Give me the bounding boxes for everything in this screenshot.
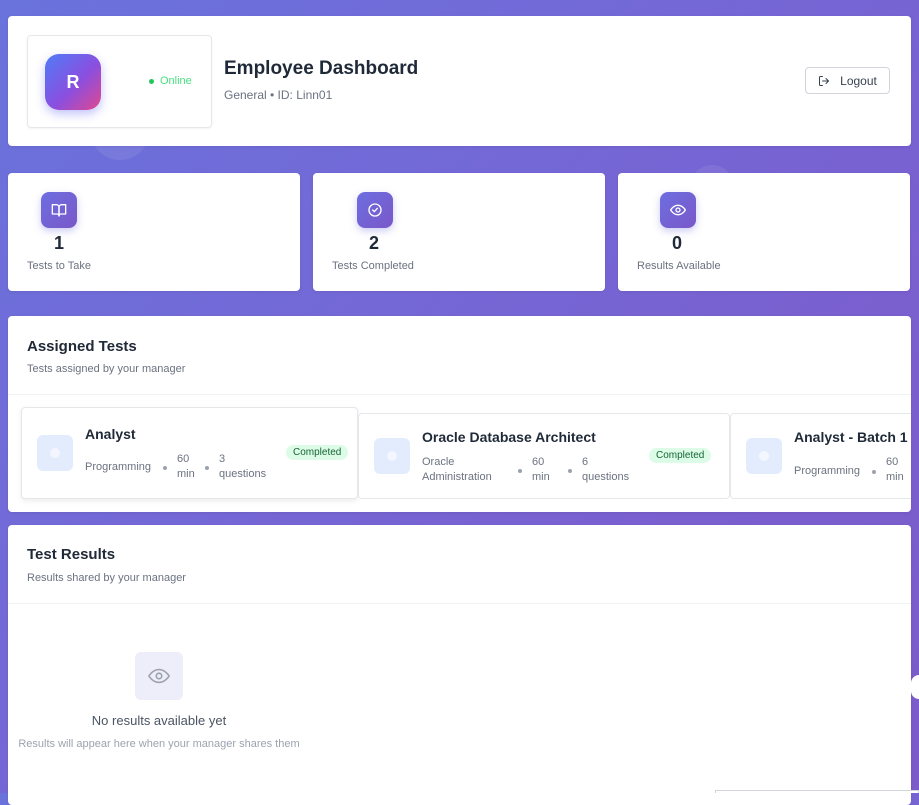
- status-badge: Completed: [286, 445, 349, 460]
- eye-icon: [135, 652, 183, 700]
- logout-icon: [819, 75, 830, 86]
- test-category: Oracle Administration: [422, 456, 492, 483]
- meta-separator: [568, 469, 572, 473]
- stat-card-tests-completed: 2 Tests Completed: [313, 173, 605, 291]
- assigned-tests-section: Assigned Tests Tests assigned by your ma…: [8, 316, 911, 512]
- meta-separator: [205, 466, 209, 470]
- header-card: R Online Employee Dashboard General • ID…: [8, 16, 911, 146]
- status-indicator: Online: [149, 75, 192, 87]
- section-title: Assigned Tests: [27, 338, 137, 355]
- meta-separator: [518, 469, 522, 473]
- meta-separator: [872, 470, 876, 474]
- stat-card-tests-to-take: 1 Tests to Take: [8, 173, 300, 291]
- test-results-section: Test Results Results shared by your mana…: [8, 525, 911, 805]
- stat-label: Results Available: [637, 260, 721, 272]
- test-category: Programming: [794, 465, 861, 477]
- test-card[interactable]: Oracle Database Architect Oracle Adminis…: [358, 413, 730, 499]
- status-badge: Completed: [649, 448, 712, 463]
- test-duration: 60 min: [177, 453, 195, 480]
- test-name: Oracle Database Architect: [422, 429, 596, 445]
- stat-label: Tests to Take: [27, 260, 91, 272]
- page-title: Employee Dashboard: [224, 58, 419, 79]
- test-card[interactable]: Analyst - Batch 1 Programming 60 min: [730, 413, 911, 499]
- section-subtitle: Tests assigned by your manager: [27, 363, 186, 375]
- test-card[interactable]: Analyst Programming 60 min 3 questions C…: [21, 407, 358, 499]
- online-dot-icon: [149, 78, 154, 84]
- scroll-handle[interactable]: [911, 675, 919, 699]
- logout-label: Logout: [840, 73, 877, 88]
- meta-separator: [163, 466, 167, 470]
- test-name: Analyst - Batch 1: [794, 429, 908, 445]
- status-label: Online: [160, 75, 192, 87]
- page-subtitle: General • ID: Linn01: [224, 88, 333, 102]
- empty-state-subtitle: Results will appear here when your manag…: [18, 738, 300, 750]
- stat-value: 1: [54, 233, 65, 253]
- section-divider: [8, 394, 911, 395]
- stat-value: 2: [369, 233, 380, 253]
- section-subtitle: Results shared by your manager: [27, 572, 186, 584]
- logout-button[interactable]: Logout: [805, 67, 890, 94]
- test-duration: 60 min: [886, 456, 904, 483]
- test-questions: 3 questions: [219, 453, 267, 480]
- test-icon: [37, 435, 73, 471]
- test-duration: 60 min: [532, 456, 550, 483]
- book-icon: [41, 192, 77, 228]
- eye-icon: [660, 192, 696, 228]
- test-icon: [374, 438, 410, 474]
- test-name: Analyst: [85, 426, 136, 442]
- section-title: Test Results: [27, 546, 116, 563]
- section-divider: [8, 603, 911, 604]
- test-icon: [746, 438, 782, 474]
- empty-state-title: No results available yet: [91, 713, 227, 728]
- test-questions: 6 questions: [582, 456, 630, 483]
- test-category: Programming: [85, 461, 152, 473]
- stat-value: 0: [672, 233, 683, 253]
- check-circle-icon: [357, 192, 393, 228]
- avatar[interactable]: R: [45, 54, 101, 110]
- profile-box: R Online: [27, 35, 212, 128]
- stat-card-results-available: 0 Results Available: [618, 173, 910, 291]
- stat-label: Tests Completed: [332, 260, 414, 272]
